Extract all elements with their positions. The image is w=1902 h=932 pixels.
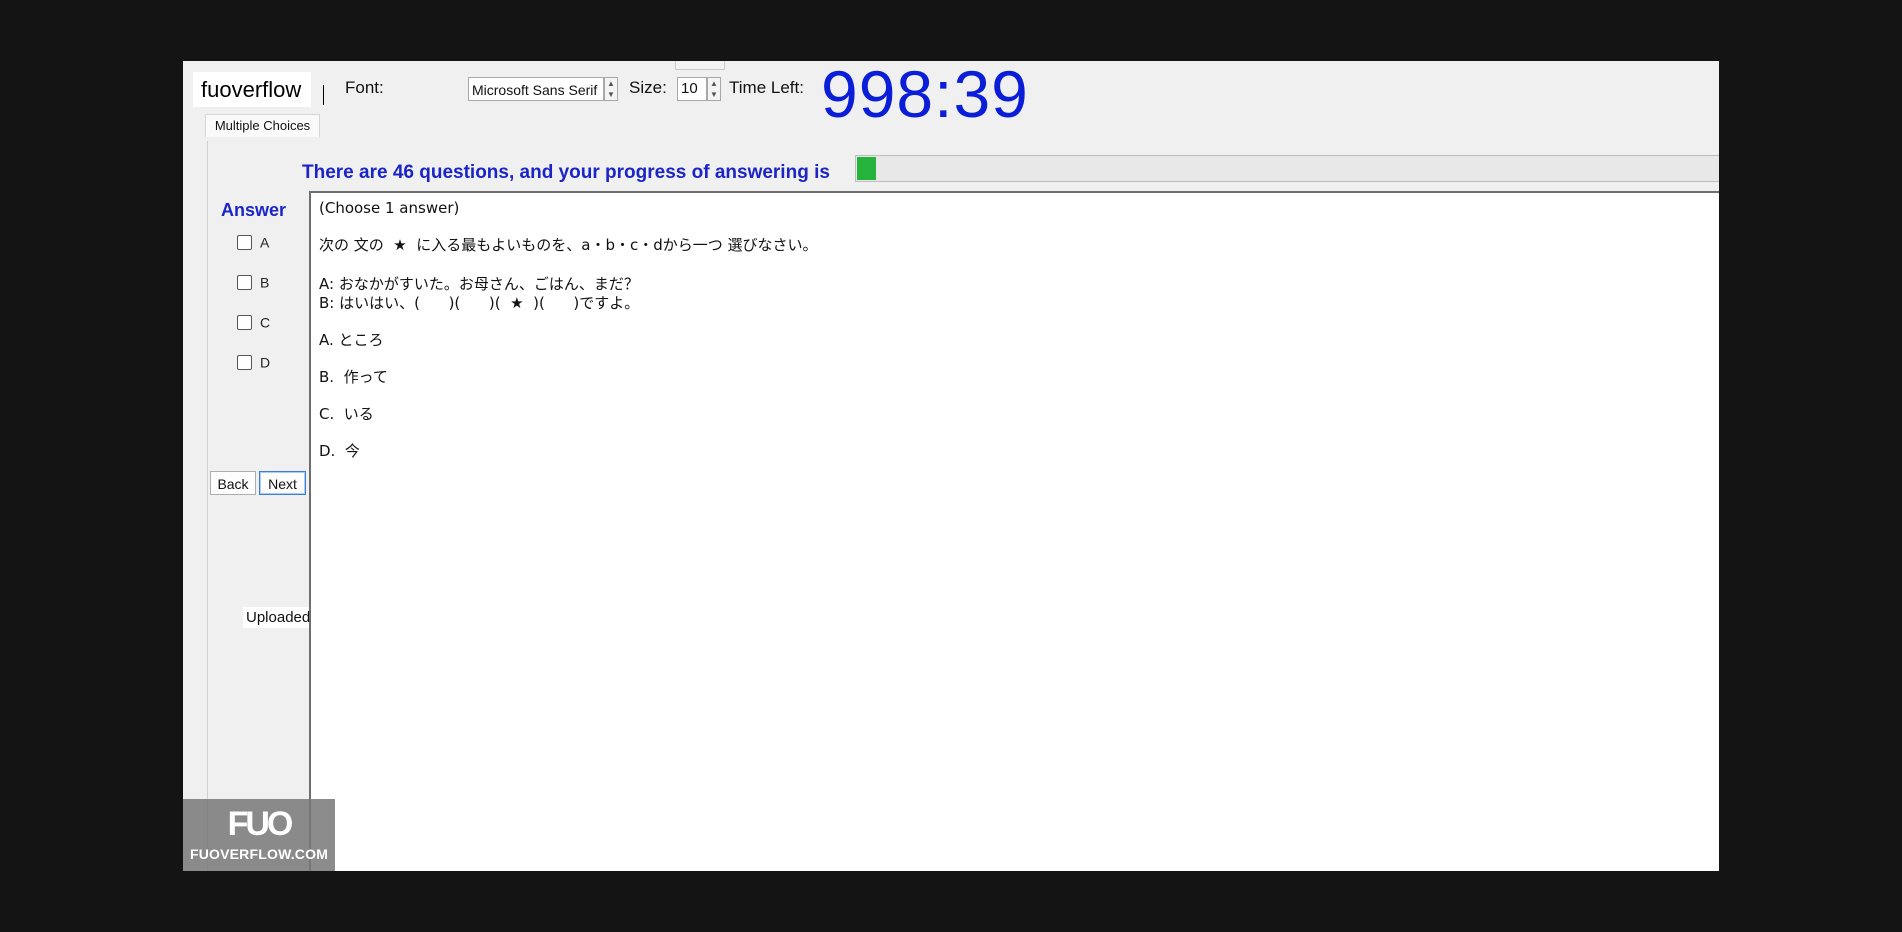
exam-window: fuoverflow Font: Microsoft Sans Serif ▲ … <box>183 61 1719 871</box>
time-left-label: Time Left: <box>729 78 804 97</box>
option-letter: C <box>260 314 271 331</box>
question-panel: (Choose 1 answer) 次の 文の ★ に入る最もよいものを、a・b… <box>309 191 1719 871</box>
choice-a: A. ところ <box>319 331 384 349</box>
text-caret <box>323 85 324 105</box>
dialogue-line-b: B: はいはい、( )( )( ★ )( )ですよ。 <box>319 294 640 312</box>
choice-c: C. いる <box>319 405 374 423</box>
spinner-up-icon[interactable]: ▲ <box>605 78 617 89</box>
font-select[interactable]: Microsoft Sans Serif <box>468 77 604 101</box>
size-label: Size: <box>629 78 667 97</box>
choice-d: D. 今 <box>319 442 360 460</box>
answer-option-c[interactable]: C <box>237 313 270 331</box>
question-instruction: (Choose 1 answer) <box>319 199 460 217</box>
checkbox-a[interactable] <box>237 234 252 250</box>
size-spinner[interactable]: ▲ ▼ <box>707 77 721 101</box>
checkbox-b[interactable] <box>237 274 252 290</box>
answer-title: Answer <box>221 200 287 220</box>
checkbox-c[interactable] <box>237 314 252 330</box>
next-button[interactable]: Next <box>259 471 306 495</box>
font-spinner[interactable]: ▲ ▼ <box>604 77 618 101</box>
question-prompt: 次の 文の ★ に入る最もよいものを、a・b・c・dから一つ 選びなさい。 <box>319 236 818 254</box>
checkbox-d[interactable] <box>237 354 252 370</box>
back-button[interactable]: Back <box>210 471 256 495</box>
progress-text: There are 46 questions, and your progres… <box>302 162 830 183</box>
size-input[interactable]: 10 <box>677 77 707 101</box>
option-letter: B <box>260 274 270 291</box>
watermark-logo: FUO <box>227 805 294 843</box>
progress-fill <box>857 157 876 180</box>
dialogue-line-a: A: おなかがすいた。お母さん、ごはん、まだ？ <box>319 275 639 293</box>
option-letter: D <box>260 354 271 371</box>
uploaded-status: Uploaded <box>243 607 314 628</box>
answer-option-d[interactable]: D <box>237 353 270 371</box>
option-letter: A <box>260 234 270 251</box>
tab-multiple-choices[interactable]: Multiple Choices <box>205 114 320 137</box>
font-label: Font: <box>345 78 384 97</box>
brand-label: fuoverflow <box>193 72 312 107</box>
spinner-down-icon[interactable]: ▼ <box>605 89 617 100</box>
answer-option-b[interactable]: B <box>237 273 269 291</box>
progress-bar <box>855 155 1719 182</box>
spinner-down-icon[interactable]: ▼ <box>708 89 720 100</box>
spinner-up-icon[interactable]: ▲ <box>708 78 720 89</box>
countdown-timer: 998:39 <box>821 61 1029 131</box>
choice-b: B. 作って <box>319 368 388 386</box>
toolbar-partial-control <box>675 61 725 70</box>
answer-option-a[interactable]: A <box>237 233 269 251</box>
watermark-site: FUOVERFLOW.COM <box>189 846 329 862</box>
watermark: FUO FUOVERFLOW.COM <box>183 799 335 871</box>
